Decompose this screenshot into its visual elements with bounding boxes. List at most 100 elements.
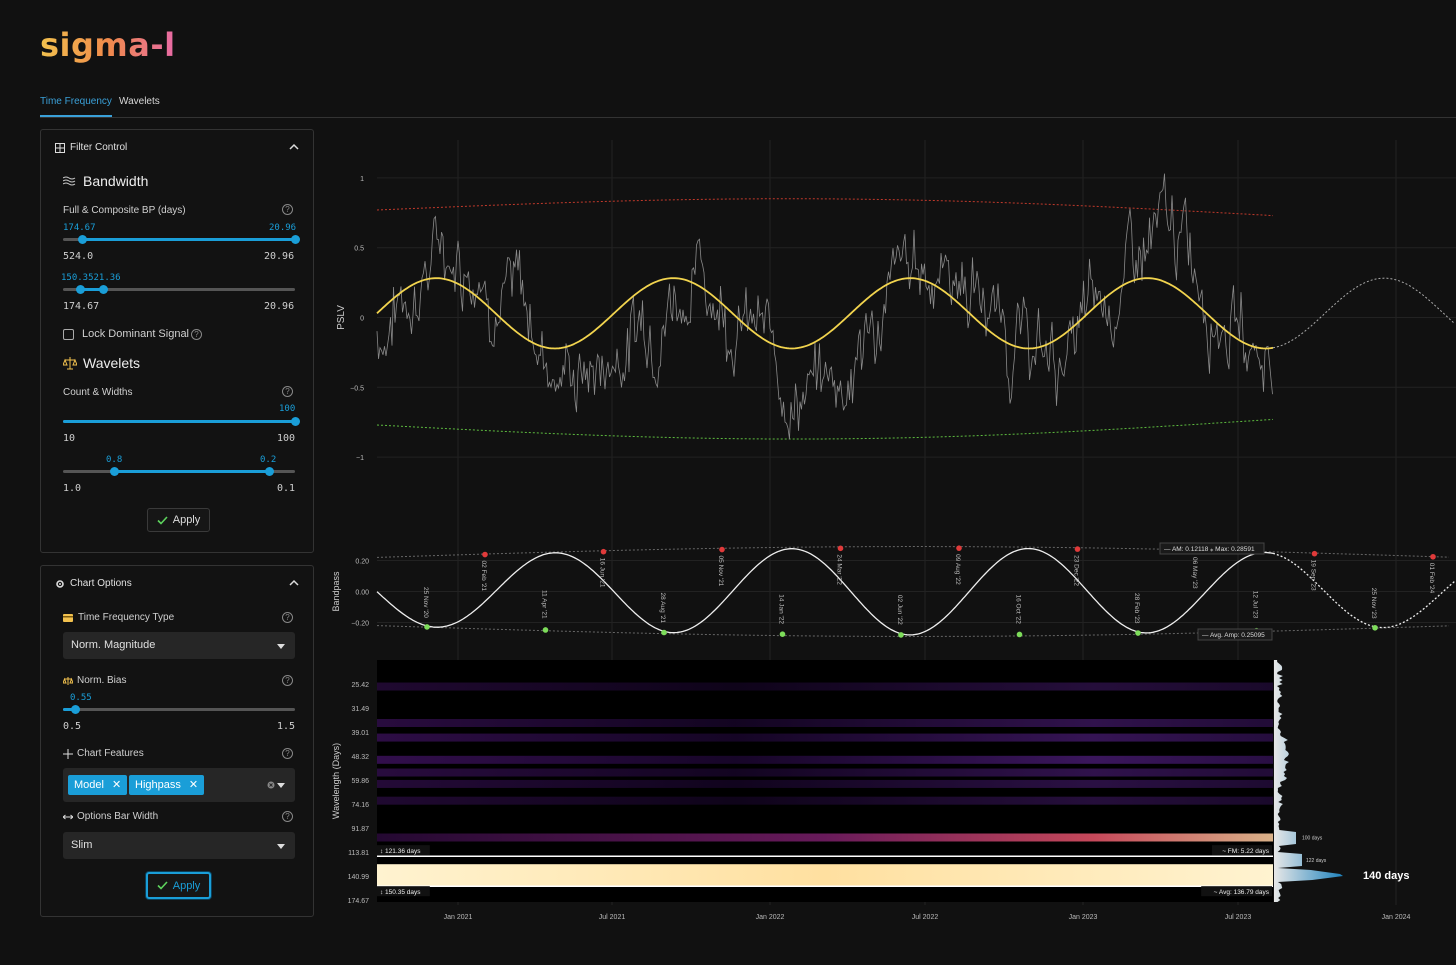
width-slider-track[interactable] <box>63 467 295 476</box>
chart-options-header[interactable]: Chart Options <box>55 578 132 589</box>
card-icon <box>63 613 73 622</box>
options-bar-width-label: Options Bar Width <box>77 811 159 822</box>
peak-marker <box>719 546 725 553</box>
chip-highpass-label: Highpass <box>135 779 181 791</box>
help-icon[interactable]: ? <box>282 386 293 397</box>
fm-label: ~ FM: 5.22 days <box>1222 848 1270 855</box>
tab-time-frequency[interactable]: Time Frequency <box>40 96 112 117</box>
width-slider-high-thumb[interactable] <box>265 467 274 476</box>
close-icon[interactable]: ✕ <box>189 775 198 795</box>
y-tick-label: 25.42 <box>351 682 369 689</box>
norm-bias-value: 0.55 <box>70 693 92 703</box>
chart-features-label-row: Chart Features <box>63 748 144 759</box>
bp-slider1-max-label: 20.96 <box>264 251 295 262</box>
y-tick-label: 174.67 <box>348 898 370 905</box>
tab-wavelets[interactable]: Wavelets <box>119 96 160 107</box>
gear-icon <box>56 579 64 588</box>
peak-marker <box>600 548 607 555</box>
chart-labels: Jan 2021 Jul 2021 Jan 2022 Jul 2022 Jan 2023… <box>444 914 1411 921</box>
chart-options-apply-button[interactable]: Apply <box>146 872 211 899</box>
norm-bias-max-label: 1.5 <box>277 721 296 732</box>
x-tick-label: Jul 2021 <box>599 914 626 921</box>
chevron-up-icon[interactable] <box>289 142 299 152</box>
peak-date-label: 06 May '23 <box>1191 557 1198 589</box>
y-tick-label: 1 <box>360 176 364 183</box>
tf-type-label: Time Frequency Type <box>78 612 175 623</box>
lock-dominant-checkbox[interactable] <box>63 329 74 340</box>
norm-bias-track[interactable] <box>63 705 295 714</box>
filter-apply-label: Apply <box>172 514 201 526</box>
y-axis-label: PSLV <box>336 305 347 330</box>
bp-slider1-high-thumb[interactable] <box>291 235 300 244</box>
wavelets-section-title: Wavelets <box>63 355 140 371</box>
filter-control-title: Filter Control <box>70 142 128 153</box>
y-tick-label: −0.5 <box>350 385 364 392</box>
chevron-up-icon[interactable] <box>289 578 299 588</box>
tf-type-select[interactable]: Norm. Magnitude <box>63 632 295 659</box>
y-tick-label: 39.01 <box>351 730 369 737</box>
bp-slider2-max-label: 20.96 <box>264 301 295 312</box>
y-tick-label: 0 <box>360 316 364 323</box>
time-frequency-charts[interactable]: 1 0.5 0 −0.5 −1 PSLV 0.20 0.00 −0.20 Bandpass 25 … <box>326 130 1456 930</box>
count-slider-min-label: 10 <box>63 433 76 444</box>
chart-options-title: Chart Options <box>70 578 132 589</box>
caret-down-icon <box>277 783 285 788</box>
trough-marker <box>542 627 549 633</box>
count-slider-thumb[interactable] <box>291 417 300 426</box>
check-icon <box>157 515 168 525</box>
heatmap-band <box>377 796 1273 805</box>
bp-slider2-track[interactable] <box>63 285 295 294</box>
chip-model-label: Model <box>74 779 104 791</box>
help-icon[interactable]: ? <box>282 811 293 822</box>
bp-slider2-low-thumb[interactable] <box>76 285 85 294</box>
peak-date-label: 02 Feb '21 <box>480 561 487 592</box>
bp-slider1-high-value: 20.96 <box>269 223 297 233</box>
check-icon <box>157 881 168 890</box>
width-slider-low-thumb[interactable] <box>110 467 119 476</box>
filter-control-header[interactable]: Filter Control <box>55 142 127 153</box>
wavelet-heatmap[interactable]: 25.42 31.49 39.01 48.32 59.86 74.16 91.87 113.8… <box>331 660 1273 905</box>
bp-slider1-track[interactable] <box>63 235 300 244</box>
close-icon[interactable]: ✕ <box>112 775 121 795</box>
trough-marker <box>1135 630 1141 636</box>
y-tick-label: 140.99 <box>348 874 370 881</box>
heatmap-band <box>377 768 1273 777</box>
trough-marker <box>898 632 904 638</box>
bp-slider2-value-display: 150.3521.36 <box>61 273 121 283</box>
help-icon[interactable]: ? <box>282 204 293 215</box>
help-icon[interactable]: ? <box>282 675 293 686</box>
y-tick-label: 0.00 <box>355 590 369 597</box>
peak-marker <box>482 551 488 558</box>
options-bar-width-value: Slim <box>71 839 93 851</box>
width-slider-max-label: 0.1 <box>277 483 296 494</box>
heatmap-band <box>377 833 1273 842</box>
heatmap-band <box>377 864 1273 887</box>
bp-slider2-min-label: 174.67 <box>63 301 100 312</box>
y-tick-label: 59.86 <box>351 778 369 785</box>
bp-slider1-low-thumb[interactable] <box>78 235 87 244</box>
bp-slider1-fill <box>82 238 295 241</box>
left-right-arrow-icon <box>63 814 73 819</box>
upper-band-label: ↕ 121.36 days <box>380 848 421 855</box>
help-icon[interactable]: ? <box>282 748 293 759</box>
clear-all-icon[interactable] <box>267 781 275 789</box>
y-tick-label: −1 <box>356 455 364 462</box>
width-slider-fill <box>114 470 269 473</box>
norm-bias-thumb[interactable] <box>71 705 80 714</box>
trough-date-label: 16 Oct '22 <box>1015 594 1022 624</box>
help-icon[interactable]: ? <box>191 329 202 340</box>
count-slider-track[interactable] <box>63 417 300 426</box>
options-bar-width-select[interactable]: Slim <box>63 832 295 859</box>
y-tick-label: 0.5 <box>354 246 364 253</box>
y-tick-label: 48.32 <box>351 754 369 761</box>
scale-icon <box>63 357 77 370</box>
x-tick-label: Jul 2022 <box>912 914 939 921</box>
width-slider-min-label: 1.0 <box>63 483 82 494</box>
heatmap-band <box>377 755 1273 764</box>
bp-slider2-high-thumb[interactable] <box>99 285 108 294</box>
help-icon[interactable]: ? <box>282 612 293 623</box>
peak-marker <box>837 545 844 552</box>
filter-apply-button[interactable]: Apply <box>147 508 210 532</box>
trough-marker <box>424 624 430 630</box>
chart-features-multiselect[interactable]: Model ✕ Highpass ✕ <box>63 768 295 802</box>
